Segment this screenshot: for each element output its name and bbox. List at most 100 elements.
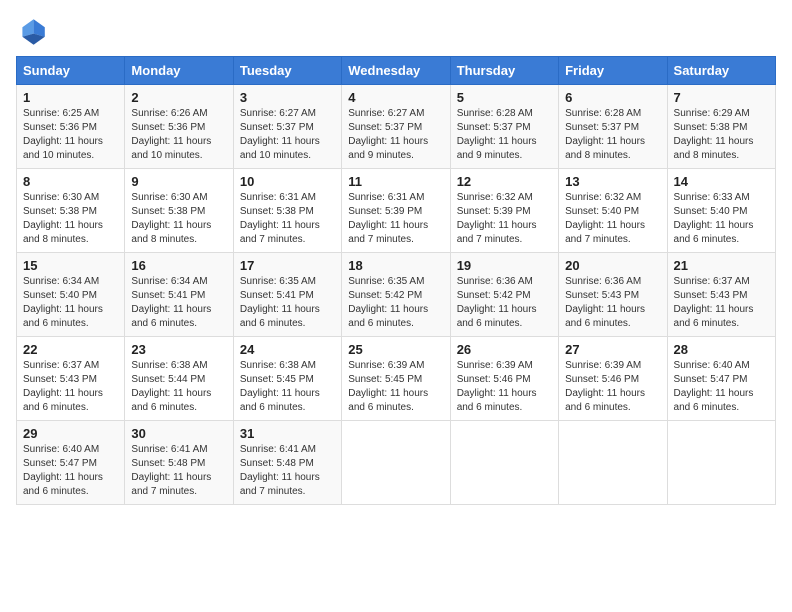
cell-content: and 8 minutes. xyxy=(23,233,118,247)
cell-content: Sunset: 5:41 PM xyxy=(240,289,335,303)
day-number: 10 xyxy=(240,174,335,189)
cell-content: Sunrise: 6:35 AM xyxy=(348,275,443,289)
table-row: 25Sunrise: 6:39 AMSunset: 5:45 PMDayligh… xyxy=(342,337,450,421)
cell-content: and 7 minutes. xyxy=(240,485,335,499)
cell-content: Sunset: 5:47 PM xyxy=(674,373,769,387)
col-wednesday: Wednesday xyxy=(342,57,450,85)
cell-content: Daylight: 11 hours xyxy=(23,219,118,233)
cell-content: Sunset: 5:42 PM xyxy=(457,289,552,303)
cell-content: Daylight: 11 hours xyxy=(674,303,769,317)
day-number: 1 xyxy=(23,90,118,105)
day-number: 11 xyxy=(348,174,443,189)
day-number: 13 xyxy=(565,174,660,189)
table-row: 11Sunrise: 6:31 AMSunset: 5:39 PMDayligh… xyxy=(342,169,450,253)
table-row: 2Sunrise: 6:26 AMSunset: 5:36 PMDaylight… xyxy=(125,85,233,169)
cell-content: Sunset: 5:42 PM xyxy=(348,289,443,303)
cell-content: Sunset: 5:44 PM xyxy=(131,373,226,387)
day-number: 4 xyxy=(348,90,443,105)
cell-content: Daylight: 11 hours xyxy=(131,135,226,149)
day-number: 15 xyxy=(23,258,118,273)
day-number: 8 xyxy=(23,174,118,189)
col-friday: Friday xyxy=(559,57,667,85)
cell-content: Sunset: 5:47 PM xyxy=(23,457,118,471)
table-row xyxy=(450,421,558,505)
cell-content: Sunset: 5:38 PM xyxy=(23,205,118,219)
table-row: 3Sunrise: 6:27 AMSunset: 5:37 PMDaylight… xyxy=(233,85,341,169)
table-row: 17Sunrise: 6:35 AMSunset: 5:41 PMDayligh… xyxy=(233,253,341,337)
table-row: 30Sunrise: 6:41 AMSunset: 5:48 PMDayligh… xyxy=(125,421,233,505)
cell-content: Sunrise: 6:27 AM xyxy=(240,107,335,121)
cell-content: Sunset: 5:46 PM xyxy=(565,373,660,387)
day-number: 7 xyxy=(674,90,769,105)
cell-content: and 6 minutes. xyxy=(23,485,118,499)
cell-content: Sunset: 5:39 PM xyxy=(457,205,552,219)
table-row: 15 Sunrise: 6:34 AMSunset: 5:40 PMDayligh… xyxy=(17,253,125,337)
cell-content: Daylight: 11 hours xyxy=(131,471,226,485)
table-row: 10Sunrise: 6:31 AMSunset: 5:38 PMDayligh… xyxy=(233,169,341,253)
cell-content: Sunrise: 6:33 AM xyxy=(674,191,769,205)
cell-content: Sunrise: 6:41 AM xyxy=(131,443,226,457)
cell-content: Sunset: 5:48 PM xyxy=(131,457,226,471)
cell-content: Sunset: 5:43 PM xyxy=(565,289,660,303)
cell-content: Sunrise: 6:39 AM xyxy=(348,359,443,373)
cell-content: Sunset: 5:40 PM xyxy=(23,289,118,303)
cell-content: Sunrise: 6:40 AM xyxy=(674,359,769,373)
cell-content: and 10 minutes. xyxy=(131,149,226,163)
day-number: 17 xyxy=(240,258,335,273)
cell-content: Sunset: 5:38 PM xyxy=(674,121,769,135)
cell-content: Daylight: 11 hours xyxy=(674,135,769,149)
day-number: 3 xyxy=(240,90,335,105)
cell-content: Sunset: 5:39 PM xyxy=(348,205,443,219)
cell-content: and 7 minutes. xyxy=(457,233,552,247)
cell-content: Daylight: 11 hours xyxy=(457,387,552,401)
cell-content: Sunrise: 6:28 AM xyxy=(457,107,552,121)
cell-content: Sunset: 5:46 PM xyxy=(457,373,552,387)
cell-content: Daylight: 11 hours xyxy=(23,303,118,317)
cell-content: Daylight: 11 hours xyxy=(348,219,443,233)
cell-content: Daylight: 11 hours xyxy=(457,135,552,149)
table-row: 1Sunrise: 6:25 AMSunset: 5:36 PMDaylight… xyxy=(17,85,125,169)
calendar-week-row: 22Sunrise: 6:37 AMSunset: 5:43 PMDayligh… xyxy=(17,337,776,421)
cell-content: Daylight: 11 hours xyxy=(23,471,118,485)
cell-content: Sunrise: 6:30 AM xyxy=(131,191,226,205)
cell-content: and 6 minutes. xyxy=(131,401,226,415)
day-number: 27 xyxy=(565,342,660,357)
cell-content: and 7 minutes. xyxy=(565,233,660,247)
day-number: 21 xyxy=(674,258,769,273)
cell-content: Sunset: 5:37 PM xyxy=(565,121,660,135)
cell-content: Sunrise: 6:34 AM xyxy=(23,275,118,289)
table-row: 12Sunrise: 6:32 AMSunset: 5:39 PMDayligh… xyxy=(450,169,558,253)
table-row: 29Sunrise: 6:40 AMSunset: 5:47 PMDayligh… xyxy=(17,421,125,505)
table-row: 23Sunrise: 6:38 AMSunset: 5:44 PMDayligh… xyxy=(125,337,233,421)
cell-content: and 8 minutes. xyxy=(565,149,660,163)
table-row: 14Sunrise: 6:33 AMSunset: 5:40 PMDayligh… xyxy=(667,169,775,253)
cell-content: Sunrise: 6:38 AM xyxy=(131,359,226,373)
cell-content: Daylight: 11 hours xyxy=(565,303,660,317)
cell-content: Sunrise: 6:31 AM xyxy=(240,191,335,205)
cell-content: Sunset: 5:43 PM xyxy=(674,289,769,303)
cell-content: and 9 minutes. xyxy=(348,149,443,163)
table-row: 18Sunrise: 6:35 AMSunset: 5:42 PMDayligh… xyxy=(342,253,450,337)
col-thursday: Thursday xyxy=(450,57,558,85)
table-row xyxy=(667,421,775,505)
cell-content: Daylight: 11 hours xyxy=(674,387,769,401)
cell-content: Sunrise: 6:37 AM xyxy=(23,359,118,373)
table-row: 9Sunrise: 6:30 AMSunset: 5:38 PMDaylight… xyxy=(125,169,233,253)
day-number: 25 xyxy=(348,342,443,357)
table-row xyxy=(559,421,667,505)
cell-content: and 6 minutes. xyxy=(348,317,443,331)
cell-content: Sunset: 5:40 PM xyxy=(565,205,660,219)
day-number: 29 xyxy=(23,426,118,441)
table-row: 4Sunrise: 6:27 AMSunset: 5:37 PMDaylight… xyxy=(342,85,450,169)
col-saturday: Saturday xyxy=(667,57,775,85)
table-row: 21Sunrise: 6:37 AMSunset: 5:43 PMDayligh… xyxy=(667,253,775,337)
cell-content: and 6 minutes. xyxy=(674,401,769,415)
day-number: 26 xyxy=(457,342,552,357)
table-row: 26Sunrise: 6:39 AMSunset: 5:46 PMDayligh… xyxy=(450,337,558,421)
cell-content: and 6 minutes. xyxy=(565,317,660,331)
cell-content: and 6 minutes. xyxy=(23,317,118,331)
cell-content: Sunset: 5:43 PM xyxy=(23,373,118,387)
table-row: 13Sunrise: 6:32 AMSunset: 5:40 PMDayligh… xyxy=(559,169,667,253)
calendar-week-row: 1Sunrise: 6:25 AMSunset: 5:36 PMDaylight… xyxy=(17,85,776,169)
cell-content: Daylight: 11 hours xyxy=(240,471,335,485)
